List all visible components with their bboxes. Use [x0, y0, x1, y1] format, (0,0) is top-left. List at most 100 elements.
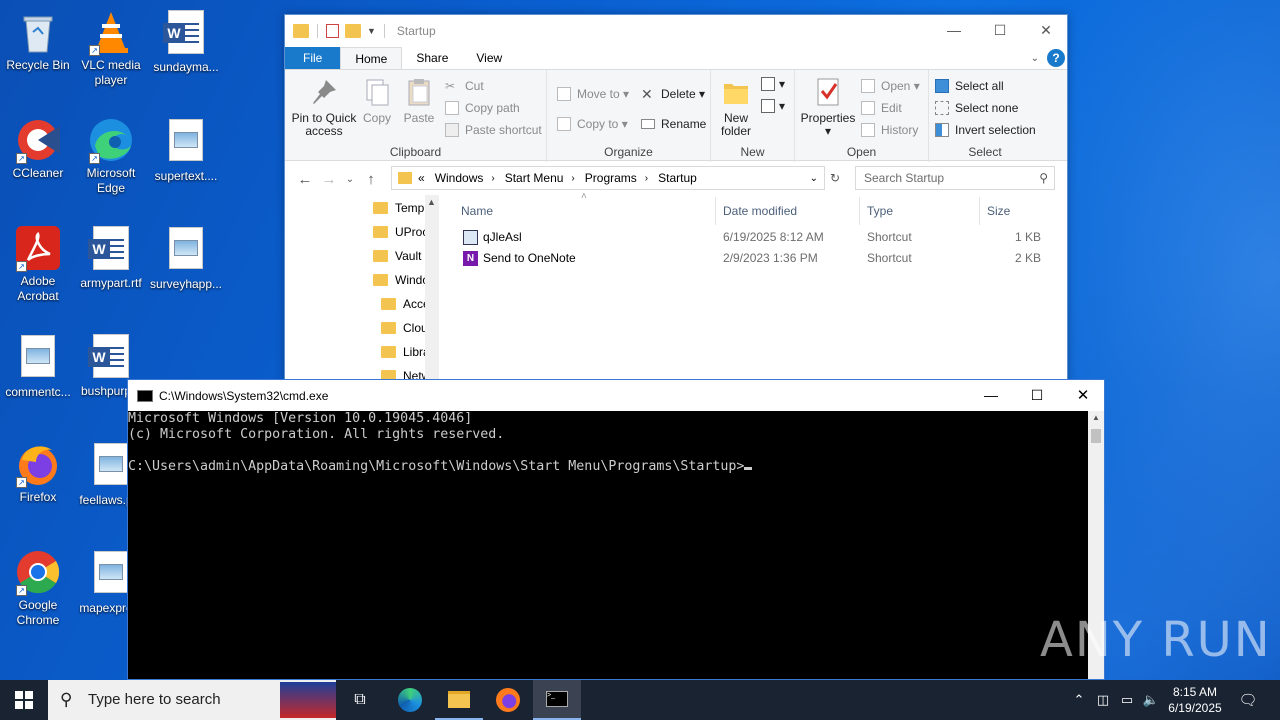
tab-file[interactable]: File	[285, 47, 341, 69]
select-none-button[interactable]: Select none	[935, 98, 1018, 118]
refresh-icon[interactable]: ↻	[827, 171, 843, 185]
quick-access-dropdown-icon[interactable]: ▼	[367, 26, 376, 36]
scroll-up-icon[interactable]: ▲	[427, 197, 436, 207]
desktop-icon-supertext[interactable]: supertext....	[148, 116, 224, 184]
nav-item[interactable]: Windo	[373, 269, 429, 291]
column-header-type[interactable]: Type	[867, 201, 893, 221]
properties-button[interactable]: Properties ▾	[799, 76, 857, 138]
move-to-button[interactable]: Move to ▾	[557, 84, 629, 104]
scroll-up-icon[interactable]: ▲	[1092, 413, 1100, 422]
cmd-titlebar[interactable]: C:\Windows\System32\cmd.exe — ☐ ✕	[128, 380, 1104, 411]
copy-path-button[interactable]: Copy path	[445, 98, 520, 118]
easy-access-button[interactable]: ▾	[761, 96, 785, 116]
new-folder-quick-icon[interactable]	[345, 24, 361, 38]
cut-button[interactable]: ✂ Cut	[445, 76, 484, 96]
breadcrumb-item[interactable]: Programs	[585, 171, 637, 185]
select-all-button[interactable]: Select all	[935, 76, 1004, 96]
nav-item[interactable]: Vault	[373, 245, 421, 267]
invert-selection-button[interactable]: Invert selection	[935, 120, 1036, 140]
network-icon[interactable]: ▭	[1116, 680, 1138, 720]
close-button[interactable]: ✕	[1023, 15, 1069, 45]
cmd-maximize-button[interactable]: ☐	[1014, 380, 1060, 411]
column-header-name[interactable]: Name	[461, 201, 493, 221]
start-button[interactable]	[0, 680, 48, 720]
address-box[interactable]: « Windows › Start Menu › Programs › Star…	[391, 166, 825, 190]
notification-icon[interactable]: 🗨	[1234, 680, 1262, 720]
forward-arrow-icon[interactable]: →	[317, 171, 341, 188]
tab-view[interactable]: View	[462, 47, 516, 69]
console-prompt-line[interactable]: C:\Users\admin\AppData\Roaming\Microsoft…	[128, 459, 1088, 475]
address-overflow[interactable]: «	[418, 171, 425, 185]
scrollbar-thumb[interactable]	[1091, 429, 1101, 443]
desktop-icon-google-chrome[interactable]: ↗ Google Chrome	[0, 548, 76, 628]
security-tray-icon[interactable]: ◫	[1092, 680, 1114, 720]
column-header-size[interactable]: Size	[987, 201, 1010, 221]
delete-button[interactable]: ✕ Delete ▾	[641, 84, 705, 104]
tab-share[interactable]: Share	[402, 47, 462, 69]
desktop-icon-sundayma[interactable]: W sundayma...	[148, 8, 224, 75]
nav-item[interactable]: Libra	[381, 341, 430, 363]
history-button[interactable]: History	[861, 120, 918, 140]
open-button[interactable]: Open ▾	[861, 76, 920, 96]
navigation-pane[interactable]: Temp UProc Vault Windo Acce Clou Libra N…	[285, 195, 439, 385]
clock[interactable]: 8:15 AM 6/19/2025	[1162, 680, 1228, 720]
file-row[interactable]: qJleAsl 6/19/2025 8:12 AM Shortcut 1 KB	[455, 227, 1055, 247]
explorer-titlebar[interactable]: ▼ Startup — ☐ ✕	[285, 15, 1067, 47]
minimize-button[interactable]: —	[931, 15, 977, 45]
copy-to-button[interactable]: Copy to ▾	[557, 114, 628, 134]
breadcrumb-item[interactable]: Windows	[435, 171, 484, 185]
nav-item[interactable]: UProc	[373, 221, 428, 243]
taskbar-firefox-button[interactable]	[484, 680, 532, 720]
address-dropdown-icon[interactable]: ⌄	[810, 173, 818, 184]
taskbar-cmd-button[interactable]: >_	[533, 680, 581, 720]
properties-check-icon[interactable]	[326, 24, 339, 38]
pin-quick-access-button[interactable]: Pin to Quick access	[289, 76, 359, 138]
desktop-icon-ccleaner[interactable]: ↗ CCleaner	[0, 116, 76, 181]
column-separator[interactable]	[715, 197, 716, 225]
volume-icon[interactable]: 🔈	[1140, 680, 1162, 720]
taskbar-explorer-button[interactable]	[435, 680, 483, 720]
column-separator[interactable]	[979, 197, 980, 225]
file-explorer-window[interactable]: ▼ Startup — ☐ ✕ File Home Share View ⌄ ?…	[284, 14, 1068, 385]
back-arrow-icon[interactable]: ←	[293, 171, 317, 188]
maximize-button[interactable]: ☐	[977, 15, 1023, 45]
new-item-button[interactable]: ▾	[761, 74, 785, 94]
cmd-minimize-button[interactable]: —	[968, 380, 1014, 411]
breadcrumb-item[interactable]: Start Menu	[505, 171, 564, 185]
paste-shortcut-button[interactable]: Paste shortcut	[445, 120, 542, 140]
nav-item[interactable]: Acce	[381, 293, 430, 315]
desktop-icon-commentc[interactable]: commentc...	[0, 332, 76, 400]
desktop-icon-vlc[interactable]: ↗ VLC media player	[73, 8, 149, 88]
cmd-window[interactable]: C:\Windows\System32\cmd.exe — ☐ ✕ Micros…	[127, 379, 1105, 680]
tab-home[interactable]: Home	[340, 47, 403, 69]
copy-button[interactable]: Copy	[359, 76, 395, 125]
nav-item[interactable]: Clou	[381, 317, 428, 339]
up-arrow-icon[interactable]: ↑	[359, 171, 383, 188]
recent-locations-chevron-icon[interactable]: ⌄	[341, 174, 359, 185]
nav-item[interactable]: Temp	[373, 197, 424, 219]
desktop-icon-armypart[interactable]: W armypart.rtf	[73, 224, 149, 291]
column-separator[interactable]	[859, 197, 860, 225]
taskbar-search-box[interactable]: ⚲ Type here to search	[48, 680, 336, 720]
cmd-console[interactable]: Microsoft Windows [Version 10.0.19045.40…	[128, 411, 1088, 679]
column-header-date[interactable]: Date modified	[723, 201, 797, 221]
search-input[interactable]: Search Startup ⚲	[855, 166, 1055, 190]
nav-pane-scrollbar[interactable]: ▲	[425, 195, 439, 385]
desktop-icon-surveyhapp[interactable]: surveyhapp...	[148, 224, 224, 292]
ribbon-expand-icon[interactable]: ⌄	[1031, 53, 1039, 64]
cmd-close-button[interactable]: ✕	[1060, 380, 1106, 411]
desktop-icon-recycle-bin[interactable]: Recycle Bin	[0, 8, 76, 73]
rename-button[interactable]: Rename	[641, 114, 706, 134]
desktop-icon-edge[interactable]: ↗ Microsoft Edge	[73, 116, 149, 196]
breadcrumb-item[interactable]: Startup	[658, 171, 697, 185]
taskbar-edge-button[interactable]	[386, 680, 434, 720]
task-view-button[interactable]: ⧉	[336, 680, 384, 720]
desktop-icon-firefox[interactable]: ↗ Firefox	[0, 440, 76, 505]
paste-button[interactable]: Paste	[401, 76, 437, 125]
help-icon[interactable]: ?	[1047, 49, 1065, 67]
edit-button[interactable]: Edit	[861, 98, 902, 118]
new-folder-button[interactable]: New folder	[713, 76, 759, 138]
desktop-icon-adobe-acrobat[interactable]: ↗ Adobe Acrobat	[0, 224, 76, 304]
show-hidden-icons-button[interactable]: ⌃	[1068, 680, 1090, 720]
file-row[interactable]: N Send to OneNote 2/9/2023 1:36 PM Short…	[455, 248, 1055, 268]
